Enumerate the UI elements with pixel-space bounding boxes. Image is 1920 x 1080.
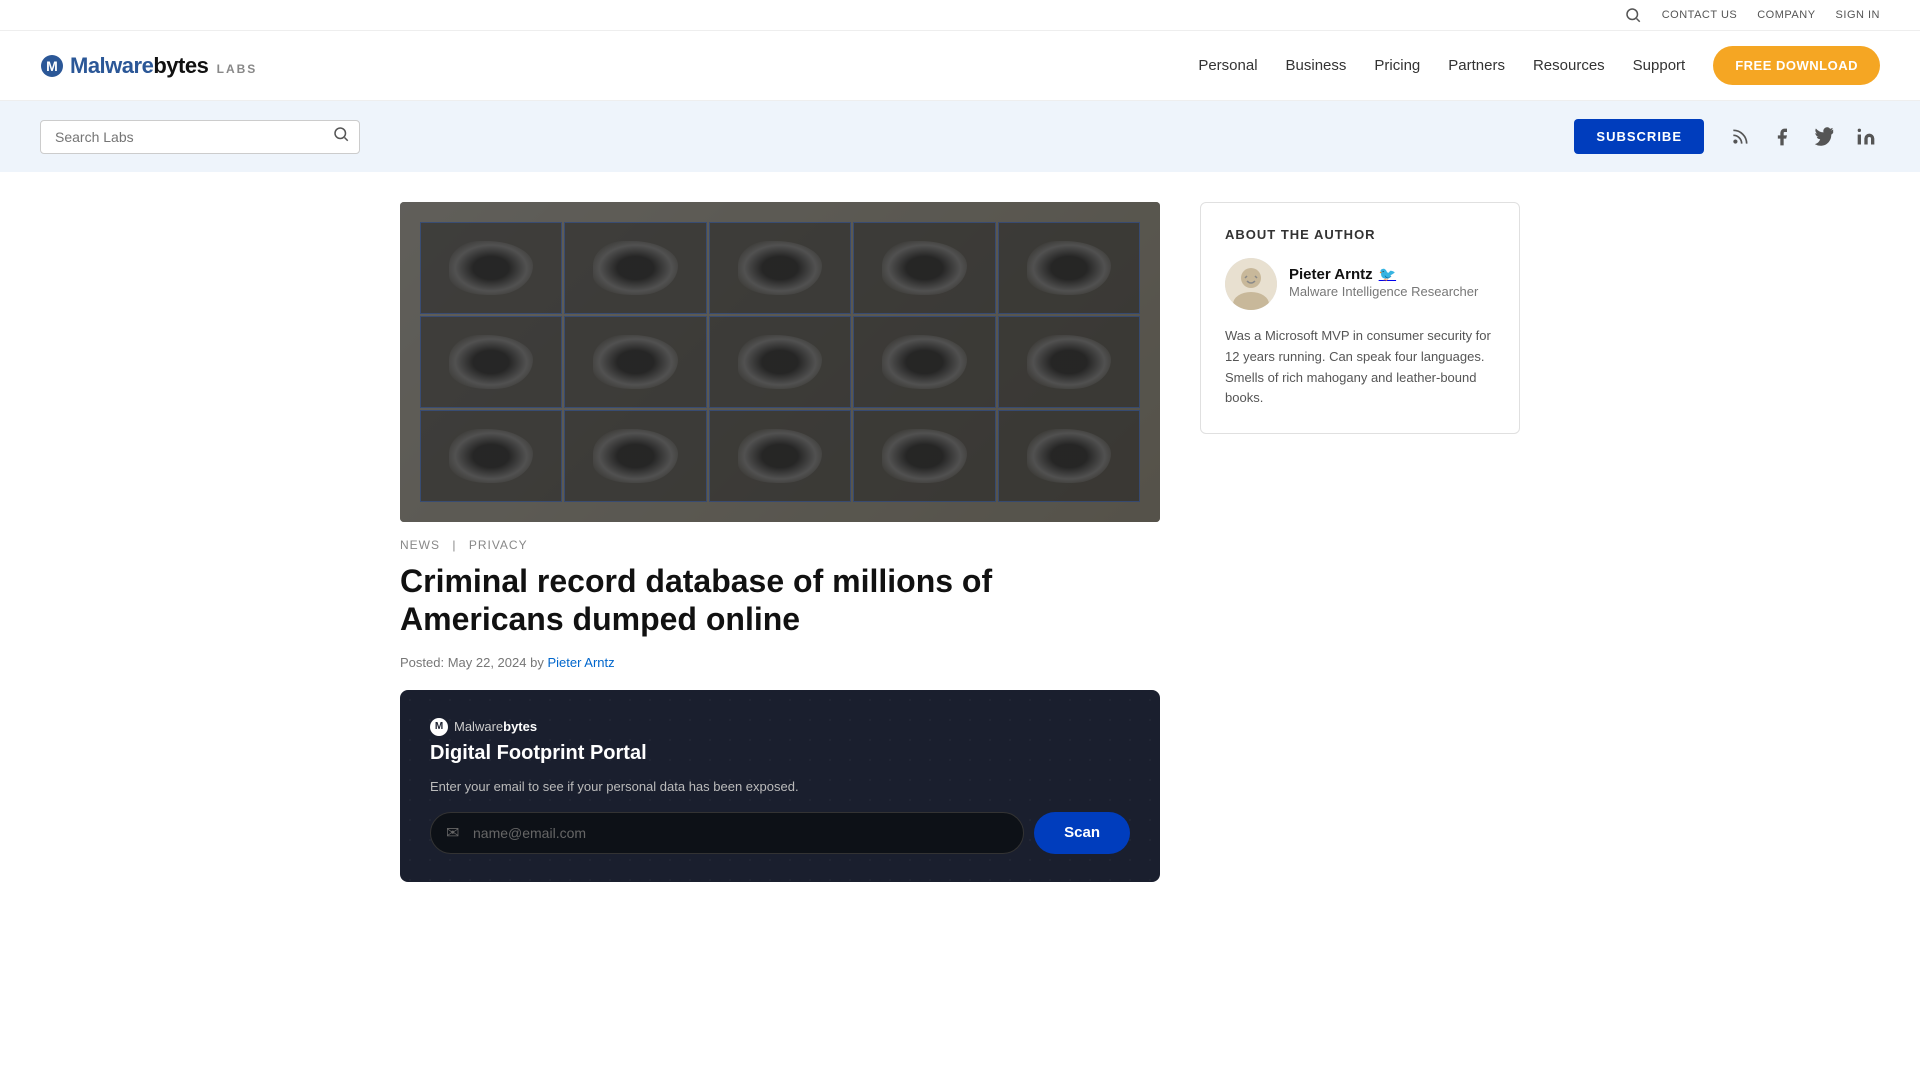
fp-cell-11 bbox=[420, 410, 562, 502]
search-icon bbox=[332, 125, 350, 143]
dfp-logo-text: Malwarebytes bbox=[454, 719, 537, 734]
dfp-logo-icon: M bbox=[430, 718, 448, 736]
main-navigation: M Malwarebytes LABS Personal Business Pr… bbox=[0, 31, 1920, 101]
nav-business[interactable]: Business bbox=[1286, 57, 1347, 74]
malwarebytes-logo-icon: M bbox=[40, 54, 64, 78]
search-form bbox=[40, 120, 360, 154]
subscribe-button[interactable]: SUBSCRIBE bbox=[1574, 119, 1704, 154]
scan-button[interactable]: Scan bbox=[1034, 812, 1130, 854]
dfp-input-row: ✉ Scan bbox=[430, 812, 1130, 854]
fp-cell-2 bbox=[564, 222, 706, 314]
author-row: Pieter Arntz 🐦 Malware Intelligence Rese… bbox=[1225, 258, 1495, 310]
top-utility-bar: CONTACT US COMPANY SIGN IN bbox=[0, 0, 1920, 31]
avatar-image bbox=[1225, 258, 1277, 310]
dfp-subtitle: Enter your email to see if your personal… bbox=[430, 779, 1130, 794]
facebook-icon[interactable] bbox=[1768, 123, 1796, 151]
nav-resources[interactable]: Resources bbox=[1533, 57, 1605, 74]
fp-cell-8 bbox=[709, 316, 851, 408]
fp-cell-4 bbox=[853, 222, 995, 314]
article-meta: Posted: May 22, 2024 by Pieter Arntz bbox=[400, 655, 1160, 670]
article-meta-text: Posted: May 22, 2024 by bbox=[400, 655, 544, 670]
article-title: Criminal record database of millions of … bbox=[400, 562, 1160, 639]
logo[interactable]: M Malwarebytes LABS bbox=[40, 53, 257, 79]
dfp-email-wrap: ✉ bbox=[430, 812, 1024, 854]
article-author-link[interactable]: Pieter Arntz bbox=[547, 655, 614, 670]
free-download-button[interactable]: FREE DOWNLOAD bbox=[1713, 46, 1880, 85]
tag-privacy[interactable]: PRIVACY bbox=[469, 538, 528, 552]
fp-cell-5 bbox=[998, 222, 1140, 314]
search-section: SUBSCRIBE bbox=[0, 101, 1920, 172]
author-role: Malware Intelligence Researcher bbox=[1289, 283, 1478, 301]
nav-support[interactable]: Support bbox=[1633, 57, 1686, 74]
author-name: Pieter Arntz 🐦 bbox=[1289, 266, 1478, 283]
logo-text: Malwarebytes LABS bbox=[70, 53, 257, 79]
fp-cell-1 bbox=[420, 222, 562, 314]
fp-cell-12 bbox=[564, 410, 706, 502]
twitter-icon[interactable] bbox=[1810, 123, 1838, 151]
fp-cell-13 bbox=[709, 410, 851, 502]
sign-in-link[interactable]: SIGN IN bbox=[1836, 9, 1880, 21]
search-icon[interactable] bbox=[1624, 6, 1642, 24]
dfp-portal-title: Digital Footprint Portal bbox=[430, 742, 1130, 765]
search-submit-button[interactable] bbox=[332, 125, 350, 148]
tag-separator: | bbox=[452, 538, 456, 552]
tag-news[interactable]: NEWS bbox=[400, 538, 440, 552]
article-main: NEWS | PRIVACY Criminal record database … bbox=[400, 202, 1160, 882]
author-bio: Was a Microsoft MVP in consumer security… bbox=[1225, 326, 1495, 409]
author-twitter-link[interactable]: 🐦 bbox=[1379, 266, 1396, 283]
article-sidebar: ABOUT THE AUTHOR Pieter Arntz bbox=[1200, 202, 1520, 882]
fp-cell-6 bbox=[420, 316, 562, 408]
about-author-title: ABOUT THE AUTHOR bbox=[1225, 227, 1495, 242]
author-card: ABOUT THE AUTHOR Pieter Arntz bbox=[1200, 202, 1520, 434]
rss-icon[interactable] bbox=[1726, 123, 1754, 151]
fp-cell-14 bbox=[853, 410, 995, 502]
page-content: NEWS | PRIVACY Criminal record database … bbox=[360, 202, 1560, 882]
article-tags: NEWS | PRIVACY bbox=[400, 538, 1160, 552]
twitter-bird-icon: 🐦 bbox=[1379, 266, 1396, 282]
nav-partners[interactable]: Partners bbox=[1448, 57, 1505, 74]
fp-cell-3 bbox=[709, 222, 851, 314]
svg-text:M: M bbox=[46, 58, 58, 74]
nav-links-list: Personal Business Pricing Partners Resou… bbox=[1198, 57, 1685, 74]
email-input[interactable] bbox=[430, 812, 1024, 854]
fp-cell-9 bbox=[853, 316, 995, 408]
fp-cell-10 bbox=[998, 316, 1140, 408]
search-input[interactable] bbox=[40, 120, 360, 154]
digital-footprint-portal: M Malwarebytes Digital Footprint Portal … bbox=[400, 690, 1160, 882]
email-icon: ✉ bbox=[446, 823, 459, 843]
nav-pricing[interactable]: Pricing bbox=[1374, 57, 1420, 74]
company-link[interactable]: COMPANY bbox=[1757, 9, 1815, 21]
social-links-bar: SUBSCRIBE bbox=[1574, 119, 1880, 154]
author-info: Pieter Arntz 🐦 Malware Intelligence Rese… bbox=[1289, 266, 1478, 301]
fingerprint-grid bbox=[400, 202, 1160, 522]
fp-cell-15 bbox=[998, 410, 1140, 502]
hero-image bbox=[400, 202, 1160, 522]
linkedin-icon[interactable] bbox=[1852, 123, 1880, 151]
fp-cell-7 bbox=[564, 316, 706, 408]
author-avatar bbox=[1225, 258, 1277, 310]
contact-us-link[interactable]: CONTACT US bbox=[1662, 9, 1738, 21]
nav-personal[interactable]: Personal bbox=[1198, 57, 1257, 74]
dfp-logo-row: M Malwarebytes bbox=[430, 718, 1130, 736]
